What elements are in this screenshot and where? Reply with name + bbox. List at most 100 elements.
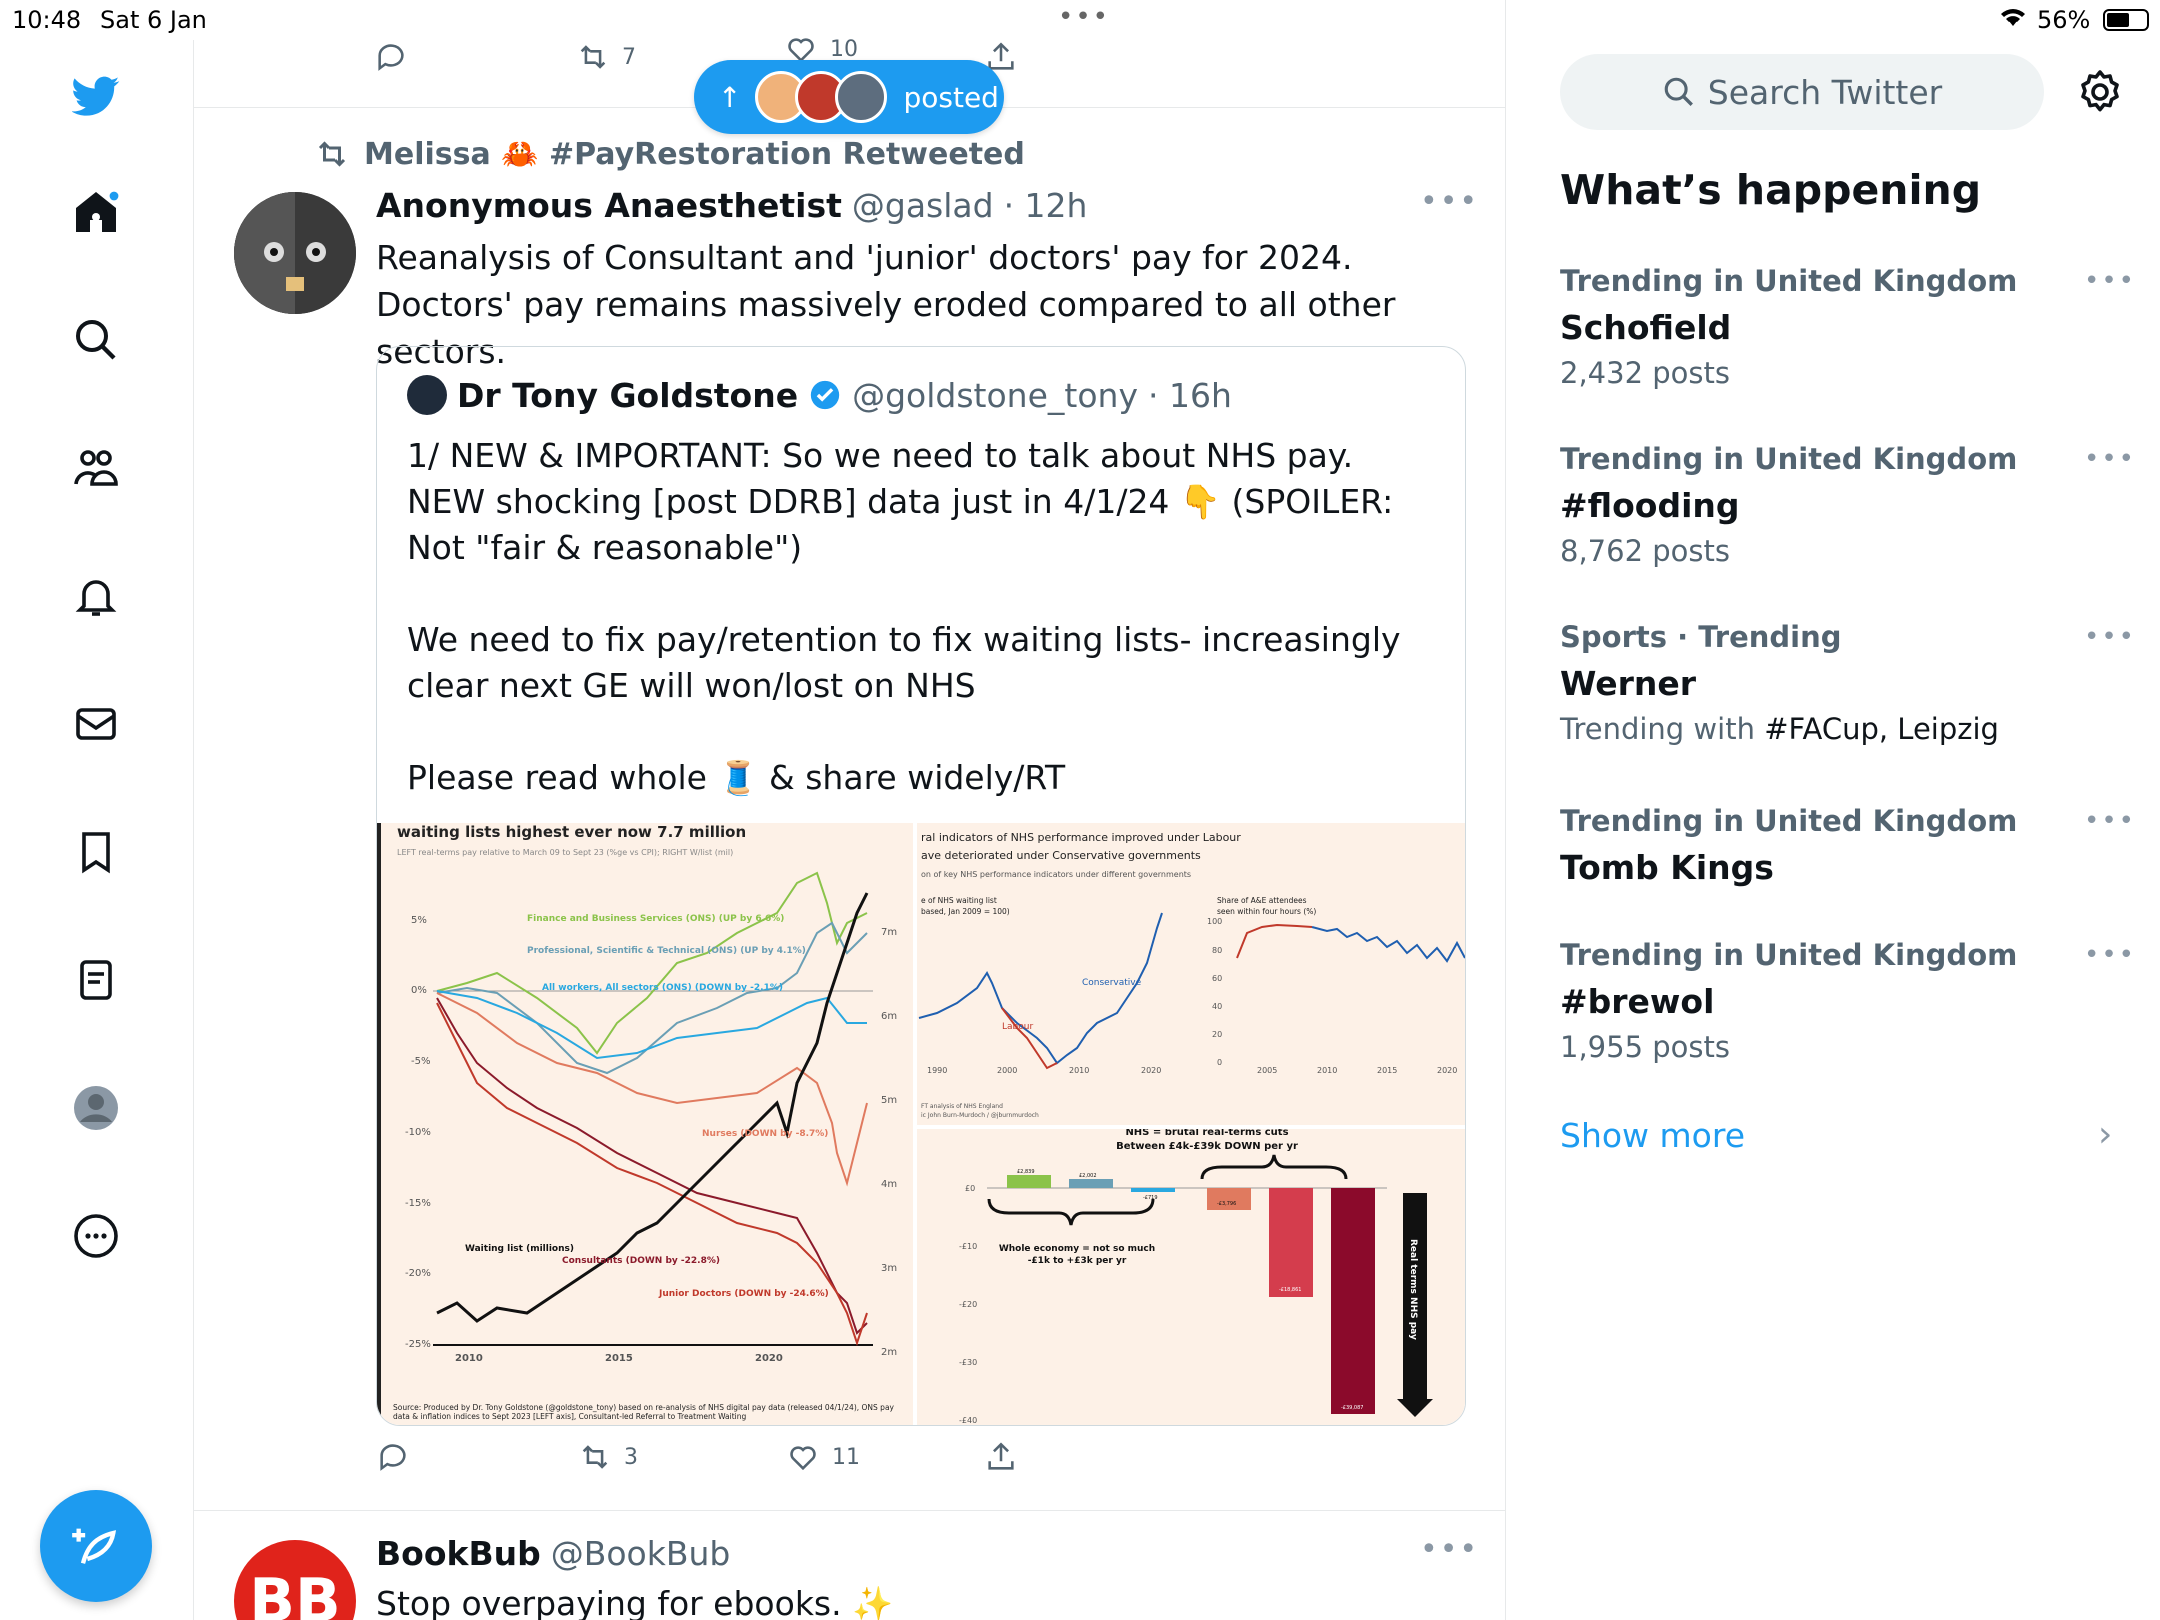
series-label-all-workers: All workers, All sectors (ONS) (DOWN by … xyxy=(542,983,783,993)
chart-source: ic John Burn-Murdoch / @jburnmurdoch xyxy=(921,1112,1039,1119)
y-tick-right: 4m xyxy=(881,1179,897,1190)
trend-item[interactable]: Sports · Trending Werner Trending with #… xyxy=(1560,620,2134,746)
series-label-waiting-list: Waiting list (millions) xyxy=(465,1244,574,1254)
panel-title: e of NHS waiting list xyxy=(921,896,997,905)
reply-button[interactable] xyxy=(376,1440,422,1474)
bar-label: -£18,861 xyxy=(1279,1287,1301,1293)
trend-more-icon[interactable]: ••• xyxy=(2084,266,2136,296)
trend-more-icon[interactable]: ••• xyxy=(2084,444,2136,474)
bookmark-icon[interactable] xyxy=(66,822,126,882)
like-button[interactable]: 11 xyxy=(786,1440,860,1474)
tweet-more-icon[interactable]: ••• xyxy=(1420,184,1479,219)
chevron-right-icon: › xyxy=(2098,1114,2113,1155)
whats-happening-heading: What’s happening xyxy=(1560,166,1982,214)
tweet-header: Anonymous Anaesthetist @gaslad · 12h xyxy=(376,186,1087,225)
tweet-divider xyxy=(194,1510,1505,1511)
label-conservative: Conservative xyxy=(1082,978,1142,988)
retweet-context[interactable]: Melissa 🦀 #PayRestoration Retweeted xyxy=(314,136,1025,172)
share-icon xyxy=(988,1442,1014,1470)
retweeted-by-label: Melissa 🦀 #PayRestoration Retweeted xyxy=(364,136,1025,172)
right-sidebar: Search Twitter What’s happening Trending… xyxy=(1506,0,2160,1620)
trend-item[interactable]: Trending in United Kingdom Schofield 2,4… xyxy=(1560,264,2134,390)
retweet-count: 7 xyxy=(622,44,636,70)
more-options-icon[interactable] xyxy=(66,1206,126,1266)
profile-avatar-icon[interactable] xyxy=(66,1078,126,1138)
reply-button[interactable] xyxy=(374,40,408,74)
new-posts-button[interactable]: ↑ posted xyxy=(694,60,1004,134)
search-icon[interactable] xyxy=(66,310,126,370)
label-labour: Labour xyxy=(1002,1022,1033,1032)
trend-item[interactable]: Trending in United Kingdom #flooding 8,7… xyxy=(1560,442,2134,568)
y-tick: -5% xyxy=(411,1056,430,1067)
chart-subtitle: on of key NHS performance indicators und… xyxy=(921,870,1191,879)
x-tick: 2010 xyxy=(1069,1066,1089,1075)
y-tick: 5% xyxy=(411,915,427,926)
tweet-time[interactable]: · 12h xyxy=(1004,186,1088,225)
compose-tweet-button[interactable] xyxy=(40,1490,152,1602)
author-name[interactable]: Anonymous Anaesthetist xyxy=(376,186,842,225)
show-more-link[interactable]: Show more xyxy=(1560,1116,1745,1155)
real-terms-pay-cuts-chart-image[interactable]: NHS = brutal real-terms cuts Between £4k… xyxy=(917,1127,1465,1425)
trend-item[interactable]: Trending in United Kingdom #brewol 1,955… xyxy=(1560,938,2134,1064)
home-icon[interactable] xyxy=(66,182,126,242)
bar-label: -£3,796 xyxy=(1217,1201,1236,1207)
bar-label: £2,839 xyxy=(1017,1169,1035,1175)
tweet-header: BookBub @BookBub xyxy=(376,1534,730,1573)
trend-count: 2,432 posts xyxy=(1560,356,1730,390)
axis-label: Real terms NHS pay xyxy=(1408,1239,1418,1340)
quote-time: · 16h xyxy=(1147,375,1232,415)
quote-author-avatar xyxy=(407,375,447,415)
trend-more-icon[interactable]: ••• xyxy=(2084,622,2136,652)
search-input[interactable]: Search Twitter xyxy=(1560,54,2044,130)
series-label-consultants: Consultants (DOWN by -22.8%) xyxy=(562,1256,720,1266)
nhs-performance-chart-image[interactable]: ral indicators of NHS performance improv… xyxy=(917,823,1465,1125)
tweet-more-icon[interactable]: ••• xyxy=(1420,1532,1479,1567)
quote-author-handle: @goldstone_tony xyxy=(852,375,1138,415)
retweet-button[interactable]: 3 xyxy=(578,1440,638,1474)
x-tick: 2020 xyxy=(1141,1066,1161,1075)
search-icon xyxy=(1664,77,1693,106)
chart-title: ral indicators of NHS performance improv… xyxy=(921,831,1241,844)
quote-media[interactable]: waiting lists highest ever now 7.7 milli… xyxy=(377,823,1465,1425)
trend-item[interactable]: Trending in United Kingdom Tomb Kings ••… xyxy=(1560,804,2134,896)
series-label-finance: Finance and Business Services (ONS) (UP … xyxy=(527,914,784,924)
new-posts-label: posted xyxy=(903,80,999,114)
y-tick: £0 xyxy=(965,1184,975,1193)
trend-more-icon[interactable]: ••• xyxy=(2084,940,2136,970)
retweet-icon xyxy=(582,1445,608,1469)
quoted-tweet[interactable]: Dr Tony Goldstone @goldstone_tony · 16h … xyxy=(376,346,1466,1426)
settings-gear-icon[interactable] xyxy=(2076,68,2124,116)
author-handle[interactable]: @BookBub xyxy=(551,1534,731,1573)
notifications-bell-icon[interactable] xyxy=(66,566,126,626)
lists-icon[interactable] xyxy=(66,950,126,1010)
communities-icon[interactable] xyxy=(66,438,126,498)
y-tick: -£40 xyxy=(959,1416,977,1425)
left-navigation xyxy=(0,40,194,1620)
share-button[interactable] xyxy=(984,1440,1018,1474)
quote-text: 1/ NEW & IMPORTANT: So we need to talk a… xyxy=(407,436,1401,797)
tweet-author-avatar[interactable] xyxy=(234,192,356,314)
y-tick: 0% xyxy=(411,985,427,996)
tweet-text: Stop overpaying for ebooks. ✨ xyxy=(376,1584,894,1620)
author-name[interactable]: BookBub xyxy=(376,1534,541,1573)
trend-count-prefix: Trending with xyxy=(1560,712,1765,746)
messages-envelope-icon[interactable] xyxy=(66,694,126,754)
y-tick-right: 5m xyxy=(881,1095,897,1106)
twitter-logo-icon[interactable] xyxy=(66,66,126,126)
y-tick-right: 2m xyxy=(881,1347,897,1358)
bookbub-avatar[interactable]: BB xyxy=(234,1540,356,1620)
author-handle[interactable]: @gaslad xyxy=(852,186,994,225)
annotation: -£1k to +£3k per yr xyxy=(1028,1256,1127,1266)
x-tick: 2015 xyxy=(1377,1066,1397,1075)
trend-more-icon[interactable]: ••• xyxy=(2084,806,2136,836)
bar-label: -£39,087 xyxy=(1341,1405,1363,1411)
retweet-button[interactable]: 7 xyxy=(576,40,636,74)
y-tick: 40 xyxy=(1212,1002,1222,1011)
series-label-junior-doctors: Junior Doctors (DOWN by -24.6%) xyxy=(658,1289,829,1299)
trend-count: 8,762 posts xyxy=(1560,534,1730,568)
reply-icon xyxy=(378,44,404,71)
trend-related-tags[interactable]: #FACup, Leipzig xyxy=(1764,712,1999,746)
pay-waiting-list-chart-image[interactable]: waiting lists highest ever now 7.7 milli… xyxy=(377,823,913,1425)
heart-icon xyxy=(790,1446,816,1471)
chart-title: waiting lists highest ever now 7.7 milli… xyxy=(397,823,746,841)
